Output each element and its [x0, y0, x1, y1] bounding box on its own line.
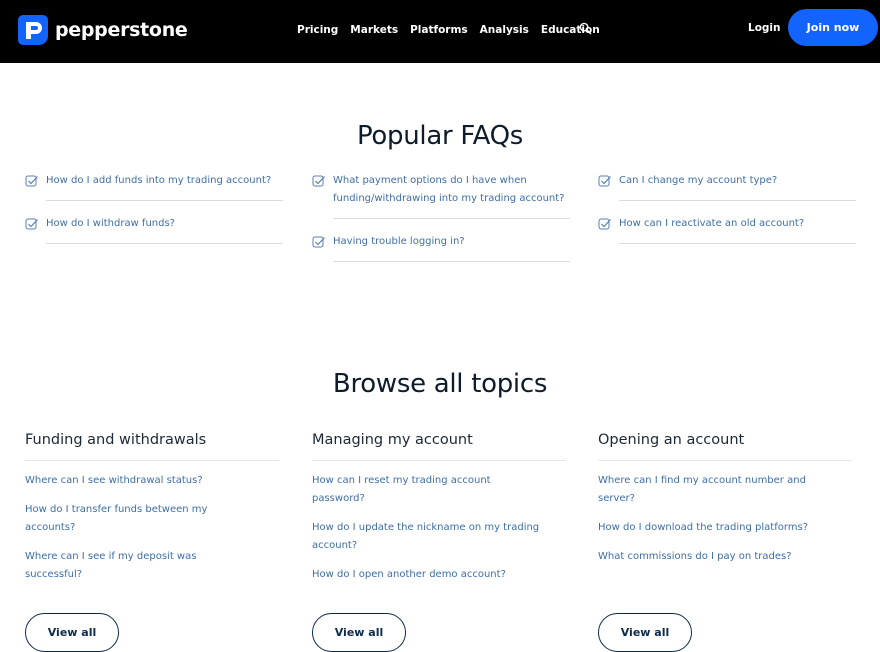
topic-link[interactable]: How do I transfer funds between my accou… — [25, 501, 255, 537]
top-navigation-bar: pepperstone Pricing Markets Platforms An… — [0, 0, 880, 63]
faq-item: How do I add funds into my trading accou… — [25, 172, 283, 201]
main-nav: Pricing Markets Platforms Analysis Educa… — [297, 24, 612, 36]
faq-link[interactable]: How do I add funds into my trading accou… — [46, 172, 283, 201]
view-all-button[interactable]: View all — [25, 613, 119, 652]
topic-funding-withdrawals: Funding and withdrawals Where can I see … — [25, 432, 279, 595]
check-icon — [25, 218, 38, 230]
topic-managing-account: Managing my account How can I reset my t… — [312, 432, 566, 595]
faq-item: What payment options do I have when fund… — [312, 172, 570, 219]
faq-column-2: What payment options do I have when fund… — [312, 172, 570, 276]
check-icon — [312, 236, 325, 248]
topic-link[interactable]: Where can I see withdrawal status? — [25, 472, 255, 490]
check-icon — [25, 175, 38, 187]
faq-link[interactable]: What payment options do I have when fund… — [333, 172, 570, 219]
topic-link[interactable]: Where can I see if my deposit was succes… — [25, 548, 255, 584]
nav-platforms[interactable]: Platforms — [410, 24, 468, 36]
faq-item: Having trouble logging in? — [312, 233, 570, 262]
faq-column-3: Can I change my account type? How can I … — [598, 172, 856, 258]
nav-analysis[interactable]: Analysis — [480, 24, 529, 36]
check-icon — [598, 218, 611, 230]
faq-column-1: How do I add funds into my trading accou… — [25, 172, 283, 258]
topic-opening-account: Opening an account Where can I find my a… — [598, 432, 852, 577]
search-icon[interactable] — [579, 22, 592, 35]
topic-link[interactable]: How can I reset my trading account passw… — [312, 472, 542, 508]
faq-link[interactable]: Having trouble logging in? — [333, 233, 570, 262]
topic-heading: Opening an account — [598, 432, 852, 461]
topic-links: Where can I find my account number and s… — [598, 472, 852, 566]
topic-link[interactable]: What commissions do I pay on trades? — [598, 548, 828, 566]
topic-links: How can I reset my trading account passw… — [312, 472, 566, 584]
topic-link[interactable]: Where can I find my account number and s… — [598, 472, 828, 508]
faq-link[interactable]: How do I withdraw funds? — [46, 215, 283, 244]
nav-pricing[interactable]: Pricing — [297, 24, 338, 36]
pepperstone-logo[interactable]: pepperstone — [17, 14, 188, 46]
faq-item: How do I withdraw funds? — [25, 215, 283, 244]
faq-link[interactable]: Can I change my account type? — [619, 172, 856, 201]
join-now-button[interactable]: Join now — [788, 9, 878, 46]
topic-links: Where can I see withdrawal status? How d… — [25, 472, 279, 584]
topic-heading: Managing my account — [312, 432, 566, 461]
nav-markets[interactable]: Markets — [350, 24, 398, 36]
faq-link[interactable]: How can I reactivate an old account? — [619, 215, 856, 244]
topic-heading: Funding and withdrawals — [25, 432, 279, 461]
pepperstone-logo-icon — [18, 15, 48, 45]
view-all-button[interactable]: View all — [598, 613, 692, 652]
login-link[interactable]: Login — [748, 22, 781, 34]
check-icon — [598, 175, 611, 187]
faq-item: How can I reactivate an old account? — [598, 215, 856, 244]
browse-topics-heading: Browse all topics — [332, 369, 548, 399]
topic-link[interactable]: How do I open another demo account? — [312, 566, 542, 584]
view-all-button[interactable]: View all — [312, 613, 406, 652]
topic-link[interactable]: How do I download the trading platforms? — [598, 519, 828, 537]
check-icon — [312, 175, 325, 187]
topic-link[interactable]: How do I update the nickname on my tradi… — [312, 519, 542, 555]
popular-faqs-heading: Popular FAQs — [356, 121, 524, 151]
logo-wordmark: pepperstone — [55, 19, 188, 41]
faq-item: Can I change my account type? — [598, 172, 856, 201]
